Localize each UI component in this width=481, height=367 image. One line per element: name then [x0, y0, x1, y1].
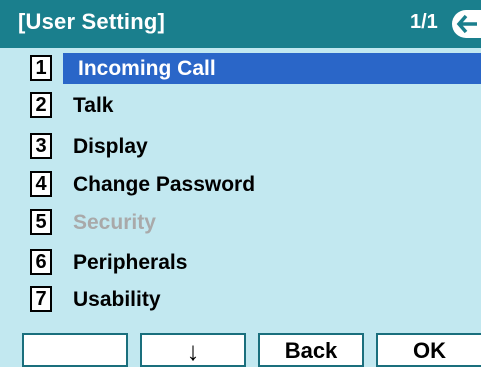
- page-indicator: 1/1: [410, 11, 438, 33]
- down-arrow-softkey[interactable]: ↓: [140, 333, 246, 367]
- menu-item-label: Talk: [73, 94, 114, 117]
- ok-softkey[interactable]: OK: [376, 333, 481, 367]
- phone-screen: [User Setting] 1/1 1 Incoming Call 2 Tal…: [0, 0, 481, 367]
- menu-number: 7: [30, 286, 52, 312]
- menu-item-usability[interactable]: 7 Usability: [0, 283, 481, 316]
- menu-item-label: Display: [73, 135, 148, 158]
- menu-number: 4: [30, 171, 52, 197]
- page-title: [User Setting]: [18, 9, 166, 34]
- title-bar: [User Setting] 1/1: [0, 0, 481, 48]
- menu-number: 6: [30, 249, 52, 275]
- back-arrow-icon[interactable]: [452, 10, 481, 38]
- menu-item-talk[interactable]: 2 Talk: [0, 89, 481, 122]
- menu-item-label: Peripherals: [73, 251, 188, 274]
- menu-item-peripherals[interactable]: 6 Peripherals: [0, 246, 481, 279]
- menu-item-label: Security: [73, 211, 156, 234]
- softkey-1[interactable]: [22, 333, 128, 367]
- menu-list: 1 Incoming Call 2 Talk 3 Display 4 Chang…: [0, 48, 481, 333]
- menu-number: 5: [30, 209, 52, 235]
- menu-number: 1: [30, 55, 52, 81]
- menu-item-label: Change Password: [73, 173, 256, 196]
- menu-item-label: Incoming Call: [78, 57, 216, 80]
- menu-item-display[interactable]: 3 Display: [0, 130, 481, 163]
- softkey-bar: ↓ Back OK: [0, 333, 481, 367]
- menu-item-incoming-call[interactable]: 1 Incoming Call: [0, 52, 481, 85]
- back-softkey[interactable]: Back: [258, 333, 364, 367]
- menu-number: 3: [30, 133, 52, 159]
- menu-number: 2: [30, 92, 52, 118]
- menu-item-change-password[interactable]: 4 Change Password: [0, 168, 481, 201]
- menu-item-security: 5 Security: [0, 206, 481, 239]
- menu-item-label: Usability: [73, 288, 161, 311]
